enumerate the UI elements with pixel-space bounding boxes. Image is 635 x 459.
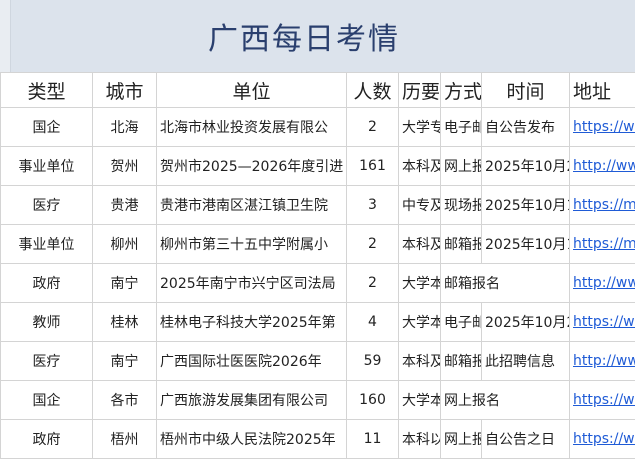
table-row: 国企 各市 广西旅游发展集团有限公司 160 大学本 网上报名 https://… bbox=[1, 381, 635, 420]
cell-education[interactable]: 中专及 bbox=[399, 186, 441, 225]
cell-address-link[interactable]: https://www bbox=[570, 303, 635, 342]
cell-method[interactable]: 电子邮 bbox=[441, 303, 482, 342]
table-row: 事业单位 柳州 柳州市第三十五中学附属小 2 本科及 邮箱报 2025年10月1… bbox=[1, 225, 635, 264]
cell-education[interactable]: 本科以 bbox=[399, 420, 441, 459]
cell-count[interactable]: 2 bbox=[347, 225, 399, 264]
cell-address-link[interactable]: http://www bbox=[570, 264, 635, 303]
cell-address-link[interactable]: http://www bbox=[570, 147, 635, 186]
header-address[interactable]: 地址 bbox=[570, 73, 635, 108]
cell-city[interactable]: 柳州 bbox=[93, 225, 157, 264]
cell-type[interactable]: 政府 bbox=[1, 420, 93, 459]
cell-city[interactable]: 贺州 bbox=[93, 147, 157, 186]
cell-count[interactable]: 59 bbox=[347, 342, 399, 381]
cell-unit[interactable]: 广西国际壮医医院2026年 bbox=[157, 342, 347, 381]
cell-method[interactable]: 邮箱报名 bbox=[441, 264, 570, 303]
cell-unit[interactable]: 北海市林业投资发展有限公 bbox=[157, 108, 347, 147]
cell-type[interactable]: 医疗 bbox=[1, 342, 93, 381]
table-row: 医疗 南宁 广西国际壮医医院2026年 59 本科及 邮箱报 此招聘信息 htt… bbox=[1, 342, 635, 381]
cell-address-link[interactable]: http://www bbox=[570, 342, 635, 381]
cell-address-link[interactable]: https://mp bbox=[570, 186, 635, 225]
cell-method[interactable]: 网上报 bbox=[441, 147, 482, 186]
row-header-strip bbox=[0, 0, 11, 72]
spreadsheet-grid: 类型 城市 单位 人数 历要 方式 时间 地址 国企 北海 北海市林业投资发展有… bbox=[0, 72, 635, 459]
cell-type[interactable]: 事业单位 bbox=[1, 225, 93, 264]
cell-unit[interactable]: 梧州市中级人民法院2025年 bbox=[157, 420, 347, 459]
cell-method[interactable]: 邮箱报 bbox=[441, 225, 482, 264]
cell-education[interactable]: 本科及 bbox=[399, 225, 441, 264]
cell-type[interactable]: 教师 bbox=[1, 303, 93, 342]
header-type[interactable]: 类型 bbox=[1, 73, 93, 108]
cell-city[interactable]: 贵港 bbox=[93, 186, 157, 225]
cell-count[interactable]: 4 bbox=[347, 303, 399, 342]
cell-unit[interactable]: 广西旅游发展集团有限公司 bbox=[157, 381, 347, 420]
cell-address-link[interactable]: https://wz. bbox=[570, 420, 635, 459]
cell-education[interactable]: 大学专 bbox=[399, 108, 441, 147]
title-band: 广西每日考情 bbox=[0, 0, 635, 72]
sheet-title: 广西每日考情 bbox=[208, 14, 400, 58]
cell-education[interactable]: 本科及 bbox=[399, 147, 441, 186]
cell-address-link[interactable]: https://www bbox=[570, 381, 635, 420]
cell-count[interactable]: 2 bbox=[347, 108, 399, 147]
table-row: 政府 南宁 2025年南宁市兴宁区司法局 2 大学本 邮箱报名 http://w… bbox=[1, 264, 635, 303]
cell-count[interactable]: 2 bbox=[347, 264, 399, 303]
cell-time[interactable]: 自公告发布 bbox=[482, 108, 570, 147]
cell-education[interactable]: 大学本 bbox=[399, 264, 441, 303]
cell-type[interactable]: 国企 bbox=[1, 108, 93, 147]
table-row: 事业单位 贺州 贺州市2025—2026年度引进 161 本科及 网上报 202… bbox=[1, 147, 635, 186]
cell-method[interactable]: 网上报 bbox=[441, 420, 482, 459]
header-row: 类型 城市 单位 人数 历要 方式 时间 地址 bbox=[1, 73, 635, 108]
table-row: 教师 桂林 桂林电子科技大学2025年第 4 大学本 电子邮 2025年10月2… bbox=[1, 303, 635, 342]
cell-unit[interactable]: 柳州市第三十五中学附属小 bbox=[157, 225, 347, 264]
cell-time[interactable]: 2025年10月1 bbox=[482, 186, 570, 225]
header-education[interactable]: 历要 bbox=[399, 73, 441, 108]
cell-type[interactable]: 政府 bbox=[1, 264, 93, 303]
cell-count[interactable]: 3 bbox=[347, 186, 399, 225]
cell-city[interactable]: 桂林 bbox=[93, 303, 157, 342]
cell-type[interactable]: 医疗 bbox=[1, 186, 93, 225]
header-city[interactable]: 城市 bbox=[93, 73, 157, 108]
cell-education[interactable]: 大学本 bbox=[399, 381, 441, 420]
cell-method[interactable]: 网上报名 bbox=[441, 381, 570, 420]
cell-time[interactable]: 自公告之日 bbox=[482, 420, 570, 459]
cell-address-link[interactable]: https://www bbox=[570, 108, 635, 147]
cell-unit[interactable]: 贵港市港南区湛江镇卫生院 bbox=[157, 186, 347, 225]
cell-method[interactable]: 现场报 bbox=[441, 186, 482, 225]
cell-address-link[interactable]: https://mp bbox=[570, 225, 635, 264]
cell-city[interactable]: 梧州 bbox=[93, 420, 157, 459]
cell-unit[interactable]: 桂林电子科技大学2025年第 bbox=[157, 303, 347, 342]
header-method[interactable]: 方式 bbox=[441, 73, 482, 108]
cell-city[interactable]: 南宁 bbox=[93, 342, 157, 381]
table-row: 医疗 贵港 贵港市港南区湛江镇卫生院 3 中专及 现场报 2025年10月1 h… bbox=[1, 186, 635, 225]
header-unit[interactable]: 单位 bbox=[157, 73, 347, 108]
cell-education[interactable]: 大学本 bbox=[399, 303, 441, 342]
cell-count[interactable]: 161 bbox=[347, 147, 399, 186]
cell-time[interactable]: 2025年10月1 bbox=[482, 225, 570, 264]
table-row: 国企 北海 北海市林业投资发展有限公 2 大学专 电子邮 自公告发布 https… bbox=[1, 108, 635, 147]
cell-time[interactable]: 此招聘信息 bbox=[482, 342, 570, 381]
cell-education[interactable]: 本科及 bbox=[399, 342, 441, 381]
cell-method[interactable]: 邮箱报 bbox=[441, 342, 482, 381]
table-row: 政府 梧州 梧州市中级人民法院2025年 11 本科以 网上报 自公告之日 ht… bbox=[1, 420, 635, 459]
cell-city[interactable]: 北海 bbox=[93, 108, 157, 147]
cell-city[interactable]: 南宁 bbox=[93, 264, 157, 303]
cell-count[interactable]: 160 bbox=[347, 381, 399, 420]
header-time[interactable]: 时间 bbox=[482, 73, 570, 108]
header-count[interactable]: 人数 bbox=[347, 73, 399, 108]
cell-city[interactable]: 各市 bbox=[93, 381, 157, 420]
cell-method[interactable]: 电子邮 bbox=[441, 108, 482, 147]
cell-type[interactable]: 国企 bbox=[1, 381, 93, 420]
cell-unit[interactable]: 2025年南宁市兴宁区司法局 bbox=[157, 264, 347, 303]
cell-type[interactable]: 事业单位 bbox=[1, 147, 93, 186]
cell-unit[interactable]: 贺州市2025—2026年度引进 bbox=[157, 147, 347, 186]
cell-count[interactable]: 11 bbox=[347, 420, 399, 459]
cell-time[interactable]: 2025年10月2 bbox=[482, 147, 570, 186]
cell-time[interactable]: 2025年10月2 bbox=[482, 303, 570, 342]
